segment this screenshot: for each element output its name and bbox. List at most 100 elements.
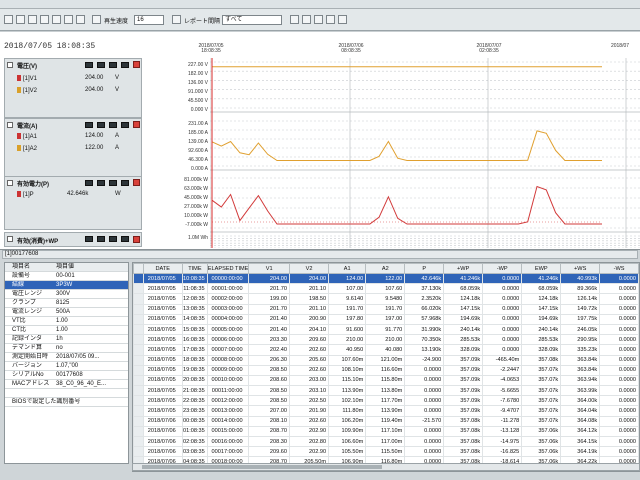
row-header[interactable] [133, 435, 144, 448]
step-forward-button[interactable] [52, 15, 61, 24]
close-icon[interactable] [133, 236, 140, 243]
speed-select[interactable]: 16 [134, 15, 164, 25]
column-header[interactable]: +WS [560, 263, 601, 274]
panel-button[interactable] [121, 236, 129, 242]
row-header[interactable] [133, 354, 144, 366]
stop-button[interactable] [64, 15, 73, 24]
close-icon[interactable] [133, 61, 140, 68]
export-button[interactable] [290, 15, 299, 24]
table-row[interactable]: 2018/07/05 19:08:35 00009:00:00 208.50 202.6… [133, 364, 639, 376]
row-header[interactable] [133, 405, 144, 417]
property-row[interactable]: VT比 1.00 [5, 317, 128, 326]
zoom-button[interactable] [326, 15, 335, 24]
panel-button[interactable] [109, 62, 117, 68]
panel-button[interactable] [121, 122, 129, 128]
step-back-button[interactable] [16, 15, 25, 24]
property-row[interactable]: クランプ 8125 [5, 299, 128, 308]
table-row[interactable]: 2018/07/06 00:08:35 00014:00:00 208.10 202.6… [133, 415, 639, 427]
column-header[interactable]: +WP [443, 263, 484, 274]
row-header[interactable] [133, 272, 144, 285]
row-header[interactable] [133, 303, 144, 315]
row-header[interactable] [133, 344, 144, 356]
table-row[interactable]: 2018/07/05 14:08:35 00004:00:00 201.40 200.9… [133, 313, 639, 325]
scrollbar-thumb[interactable] [142, 465, 382, 469]
data-tab[interactable]: [1]00177608 [2, 250, 638, 259]
column-header[interactable]: V1 [248, 263, 291, 274]
table-row[interactable]: 2018/07/05 22:08:35 00012:00:00 208.50 202.5… [133, 395, 639, 407]
column-header[interactable]: A1 [328, 263, 367, 274]
property-row[interactable]: 設備号 00-001 [5, 272, 128, 281]
panel-button[interactable] [85, 122, 93, 128]
panel-button[interactable] [85, 180, 93, 186]
table-row[interactable]: 2018/07/05 12:08:35 00002:00:00 199.00 198.5… [133, 293, 639, 305]
row-header[interactable] [133, 395, 144, 407]
column-header[interactable]: -WS [599, 263, 639, 274]
property-row[interactable]: シリアルNo 00177608 [5, 371, 128, 380]
panel-button[interactable] [121, 180, 129, 186]
row-header[interactable] [133, 415, 144, 427]
property-row[interactable]: デマンド算 no [5, 344, 128, 353]
panel-button[interactable] [85, 236, 93, 242]
rewind-button[interactable] [4, 15, 13, 24]
table-row[interactable]: 2018/07/05 15:08:35 00005:00:00 201.40 204.1… [133, 323, 639, 336]
property-row[interactable]: MACアドレス 38_C0_96_40_E... [5, 380, 128, 389]
table-row[interactable]: 2018/07/05 17:08:35 00007:00:00 202.40 202.6… [133, 344, 639, 356]
row-header[interactable] [133, 313, 144, 325]
table-row[interactable]: 2018/07/06 01:08:35 00015:00:00 208.70 202.9… [133, 425, 639, 438]
fast-forward-button[interactable] [76, 15, 85, 24]
close-icon[interactable] [133, 121, 140, 128]
row-header[interactable] [133, 385, 144, 397]
panel-button[interactable] [97, 62, 105, 68]
panel-button[interactable] [97, 122, 105, 128]
table-row[interactable]: 2018/07/05 20:08:35 00010:00:00 208.60 203.0… [133, 374, 639, 387]
column-header[interactable]: EWP [521, 263, 562, 274]
property-row[interactable]: CT比 1.00 [5, 326, 128, 335]
property-row[interactable]: 測定開始日時 2018/07/05 09... [5, 353, 128, 362]
panel-button[interactable] [109, 180, 117, 186]
column-header[interactable]: ELAPSED TIME [206, 263, 250, 274]
column-header[interactable]: -WP [482, 263, 523, 274]
power-panel-checkbox[interactable] [7, 180, 13, 186]
property-row[interactable]: 電流レンジ 500A [5, 308, 128, 317]
play-button[interactable] [28, 15, 37, 24]
report-select[interactable]: すべて [222, 15, 282, 25]
table-row[interactable]: 2018/07/05 13:08:35 00003:00:00 201.70 201.1… [133, 303, 639, 315]
panel-button[interactable] [109, 122, 117, 128]
table-row[interactable]: 2018/07/05 10:08:35 00000:00:00 204.00 204.0… [133, 272, 639, 285]
panel-button[interactable] [85, 62, 93, 68]
settings-button[interactable] [314, 15, 323, 24]
print-button[interactable] [302, 15, 311, 24]
voltage-panel-checkbox[interactable] [7, 62, 13, 68]
panel-button[interactable] [109, 236, 117, 242]
row-header[interactable] [133, 283, 144, 295]
column-header[interactable]: V2 [289, 263, 330, 274]
close-icon[interactable] [133, 179, 140, 186]
series-row[interactable]: [1]A2 [17, 145, 37, 152]
series-row[interactable]: [1]A1 [17, 133, 37, 140]
property-row[interactable] [5, 389, 128, 398]
property-row[interactable]: バージョン 1.07,"00 [5, 362, 128, 371]
column-header[interactable]: DATE [142, 263, 184, 274]
table-row[interactable]: 2018/07/05 18:08:35 00008:00:00 206.30 205.6… [133, 354, 639, 366]
help-button[interactable] [338, 15, 347, 24]
property-row[interactable]: 結線 3P3W [5, 281, 128, 290]
row-header[interactable] [133, 364, 144, 376]
panel-button[interactable] [121, 62, 129, 68]
current-panel-checkbox[interactable] [7, 122, 13, 128]
column-header[interactable]: A2 [365, 263, 406, 274]
row-header[interactable] [133, 334, 144, 346]
series-row[interactable]: [1]P [17, 191, 34, 198]
energy-panel-checkbox[interactable] [7, 236, 13, 242]
table-row[interactable]: 2018/07/05 11:08:35 00001:00:00 201.70 201.1… [133, 283, 639, 295]
property-row[interactable]: 電圧レンジ 300V [5, 290, 128, 299]
property-row[interactable]: BIOSで設定した識別番号 [5, 398, 128, 407]
pause-button[interactable] [40, 15, 49, 24]
series-row[interactable]: [1]V1 [17, 75, 37, 82]
row-header[interactable] [133, 425, 144, 438]
table-row[interactable]: 2018/07/05 21:08:35 00011:00:00 208.50 203.1… [133, 385, 639, 397]
column-header[interactable]: P [404, 263, 445, 274]
row-header[interactable] [133, 323, 144, 336]
table-row[interactable]: 2018/07/05 23:08:35 00013:00:00 207.00 201.9… [133, 405, 639, 417]
row-header[interactable] [133, 293, 144, 305]
table-row[interactable]: 2018/07/06 02:08:35 00016:00:00 208.30 202.8… [133, 435, 639, 448]
